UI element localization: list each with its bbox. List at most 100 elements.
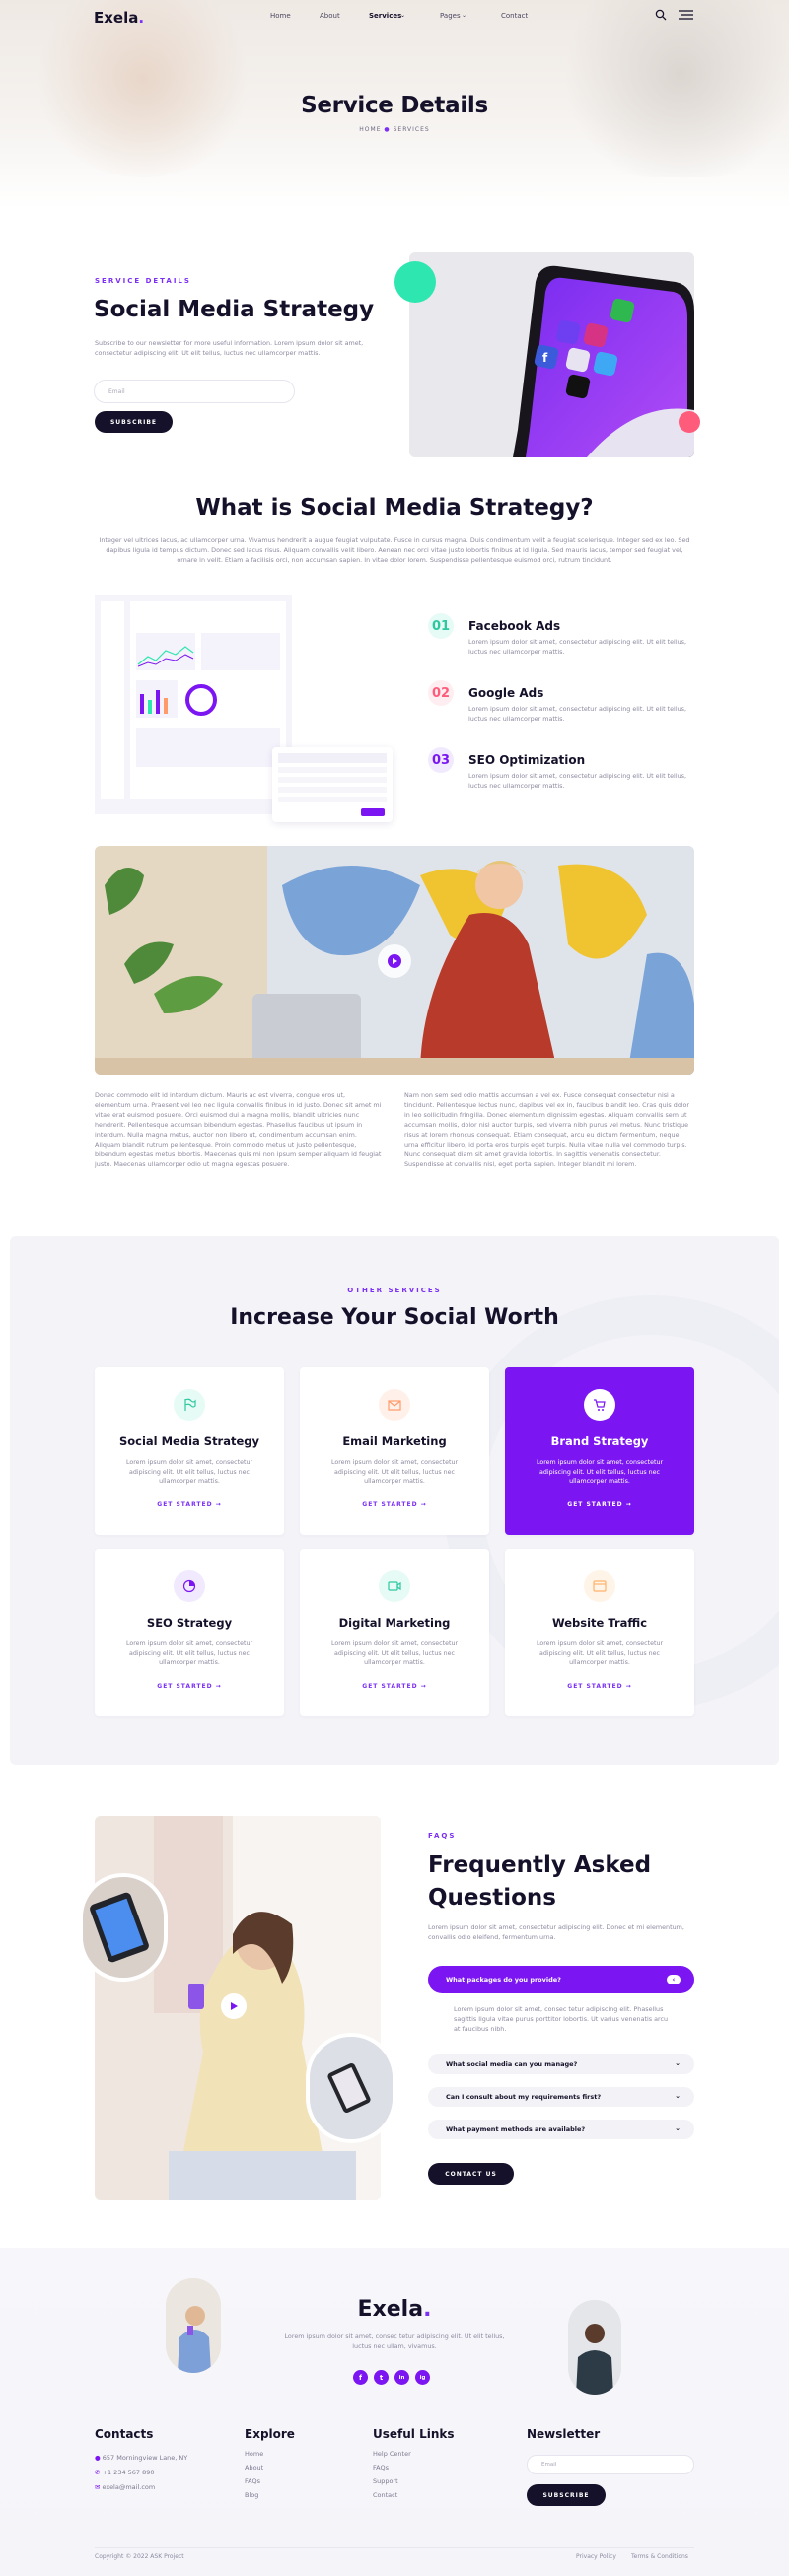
faq-title-line: Questions <box>428 1885 556 1911</box>
linkedin-icon[interactable]: in <box>394 2370 409 2385</box>
email-text: exela@mail.com <box>102 2483 156 2491</box>
contact-phone[interactable]: ✆ +1 234 567 890 <box>95 2466 155 2479</box>
faq-question[interactable]: Can I consult about my requirements firs… <box>428 2087 694 2107</box>
useful-links: Help Center FAQs Support Contact <box>373 2447 411 2502</box>
video-icon <box>379 1570 410 1602</box>
feature-text: Lorem ipsum dolor sit amet, consectetur … <box>468 638 687 656</box>
explore-link[interactable]: FAQs <box>245 2474 263 2488</box>
table-illustration <box>278 753 387 816</box>
twitter-icon[interactable]: t <box>374 2370 389 2385</box>
faq-title-line: Frequently Asked <box>428 1852 652 1878</box>
get-started-link[interactable]: GET STARTED → <box>95 1683 284 1690</box>
service-desc: Lorem ipsum dolor sit amet, consectetur … <box>125 1640 253 1666</box>
chevron-down-icon: ⌄ <box>675 2059 681 2067</box>
service-card[interactable]: Website Traffic Lorem ipsum dolor sit am… <box>505 1549 694 1716</box>
chevron-down-icon: ⌄ <box>400 12 406 19</box>
privacy-link[interactable]: Privacy Policy <box>576 2553 616 2560</box>
decor-circle-pink <box>679 411 700 433</box>
subscribe-button[interactable]: SUBSCRIBE <box>95 411 173 433</box>
feature-text: Lorem ipsum dolor sit amet, consectetur … <box>468 705 687 723</box>
faq-question[interactable]: What payment methods are available? ⌄ <box>428 2120 694 2139</box>
dashboard-illustration <box>95 595 292 814</box>
get-started-link[interactable]: GET STARTED → <box>505 1501 694 1508</box>
play-button[interactable] <box>221 1993 247 2019</box>
email-field[interactable]: Email <box>94 380 295 403</box>
footer-illustration <box>166 2278 221 2373</box>
feature-number: 03 <box>428 747 454 773</box>
address-text: 657 Morningview Lane, NY <box>102 2454 188 2462</box>
explore-link[interactable]: Home <box>245 2447 263 2461</box>
useful-link[interactable]: Contact <box>373 2488 411 2502</box>
nav-home[interactable]: Home <box>270 12 291 20</box>
service-card[interactable]: Email Marketing Lorem ipsum dolor sit am… <box>300 1367 489 1535</box>
phone-thumbnail <box>306 2033 396 2143</box>
svg-text:f: f <box>542 351 548 365</box>
feature-title: Google Ads <box>468 686 544 700</box>
service-card[interactable]: Digital Marketing Lorem ipsum dolor sit … <box>300 1549 489 1716</box>
breadcrumb-home[interactable]: HOME <box>359 126 381 133</box>
nav-contact[interactable]: Contact <box>501 12 528 20</box>
search-icon[interactable] <box>655 9 667 21</box>
faq-intro: Lorem ipsum dolor sit amet, consectetur … <box>428 1923 684 1941</box>
get-started-link[interactable]: GET STARTED → <box>300 1501 489 1508</box>
newsletter-email-field[interactable]: Email <box>527 2455 694 2474</box>
phone-thumbnail-art <box>83 1877 164 1978</box>
get-started-link[interactable]: GET STARTED → <box>95 1501 284 1508</box>
faq-question-text: What social media can you manage? <box>446 2060 578 2068</box>
feature-title: SEO Optimization <box>468 753 586 767</box>
contacts-heading: Contacts <box>95 2427 154 2441</box>
phone-icon: ✆ <box>95 2469 101 2476</box>
nav-pages[interactable]: Pages <box>440 12 461 20</box>
flag-icon <box>174 1389 205 1421</box>
feature-title: Facebook Ads <box>468 619 561 633</box>
footer-logo[interactable]: Exela. <box>0 2297 789 2322</box>
get-started-link[interactable]: GET STARTED → <box>505 1683 694 1690</box>
chevron-down-icon: ⌄ <box>675 2124 681 2132</box>
terms-link[interactable]: Terms & Conditions <box>631 2553 688 2560</box>
get-started-link[interactable]: GET STARTED → <box>300 1683 489 1690</box>
useful-links-heading: Useful Links <box>373 2427 455 2441</box>
newsletter-subscribe-button[interactable]: SUBSCRIBE <box>527 2484 606 2506</box>
get-started-label: GET STARTED <box>362 1682 418 1690</box>
useful-link[interactable]: FAQs <box>373 2461 411 2474</box>
service-card-active[interactable]: Brand Strategy Lorem ipsum dolor sit ame… <box>505 1367 694 1535</box>
contact-email[interactable]: ✉ exela@mail.com <box>95 2480 155 2494</box>
copyright: Copyright © 2022 ASK Project <box>95 2553 184 2560</box>
faq-question-open[interactable]: What packages do you provide? ‹ <box>428 1966 694 1993</box>
section-kicker: SERVICE DETAILS <box>95 277 191 285</box>
section-title: Social Media Strategy <box>94 297 375 322</box>
explore-heading: Explore <box>245 2427 295 2441</box>
instagram-icon[interactable]: ig <box>415 2370 430 2385</box>
explore-link[interactable]: Blog <box>245 2488 263 2502</box>
pie-chart-icon <box>174 1570 205 1602</box>
facebook-icon[interactable]: f <box>353 2370 368 2385</box>
service-desc: Lorem ipsum dolor sit amet, consectetur … <box>536 1459 664 1485</box>
newsletter-heading: Newsletter <box>527 2427 601 2441</box>
site-logo[interactable]: Exela. <box>94 9 144 27</box>
service-title: Website Traffic <box>551 1616 648 1630</box>
play-button[interactable] <box>378 944 411 978</box>
intro-text: Subscribe to our newsletter for more use… <box>95 339 364 357</box>
contact-button[interactable]: CONTACT US <box>428 2163 514 2185</box>
page-title: Service Details <box>301 93 488 118</box>
useful-link[interactable]: Support <box>373 2474 411 2488</box>
what-title: What is Social Media Strategy? <box>195 495 594 521</box>
service-card[interactable]: SEO Strategy Lorem ipsum dolor sit amet,… <box>95 1549 284 1716</box>
footer-divider <box>95 2547 694 2548</box>
menu-icon[interactable] <box>679 10 693 20</box>
nav-about[interactable]: About <box>320 12 340 20</box>
play-icon <box>388 954 401 968</box>
faq-question[interactable]: What social media can you manage? ⌄ <box>428 2054 694 2074</box>
browser-icon <box>584 1570 615 1602</box>
hero-photo-left <box>30 0 256 177</box>
page: Exela. Home About Services ⌄ Pages ⌄ Con… <box>0 0 789 2576</box>
nav-services[interactable]: Services <box>369 12 401 20</box>
service-desc: Lorem ipsum dolor sit amet, consectetur … <box>125 1459 253 1485</box>
service-card[interactable]: Social Media Strategy Lorem ipsum dolor … <box>95 1367 284 1535</box>
phone-text: +1 234 567 890 <box>102 2469 155 2476</box>
explore-link[interactable]: About <box>245 2461 263 2474</box>
useful-link[interactable]: Help Center <box>373 2447 411 2461</box>
feature-number: 02 <box>428 680 454 706</box>
phone-image: f <box>409 252 694 457</box>
services-kicker: OTHER SERVICES <box>347 1287 442 1294</box>
